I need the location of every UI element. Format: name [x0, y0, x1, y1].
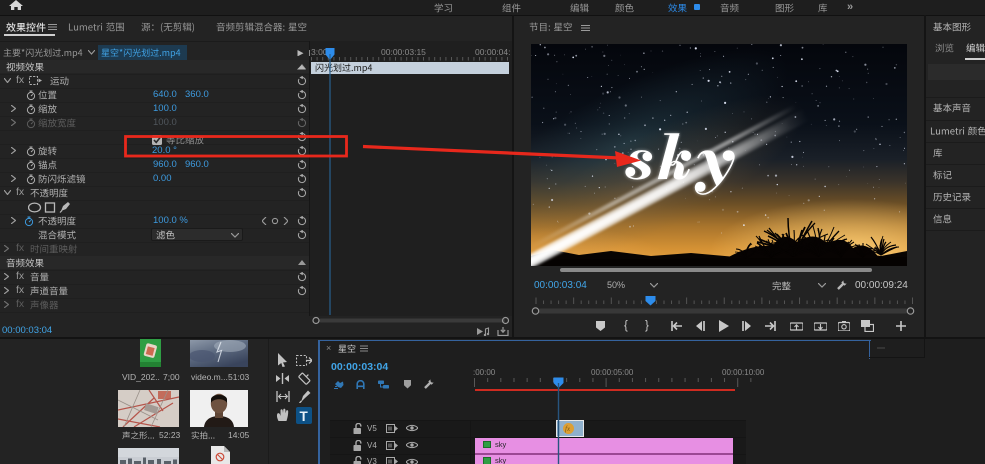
svg-text:fx: fx: [565, 425, 571, 433]
